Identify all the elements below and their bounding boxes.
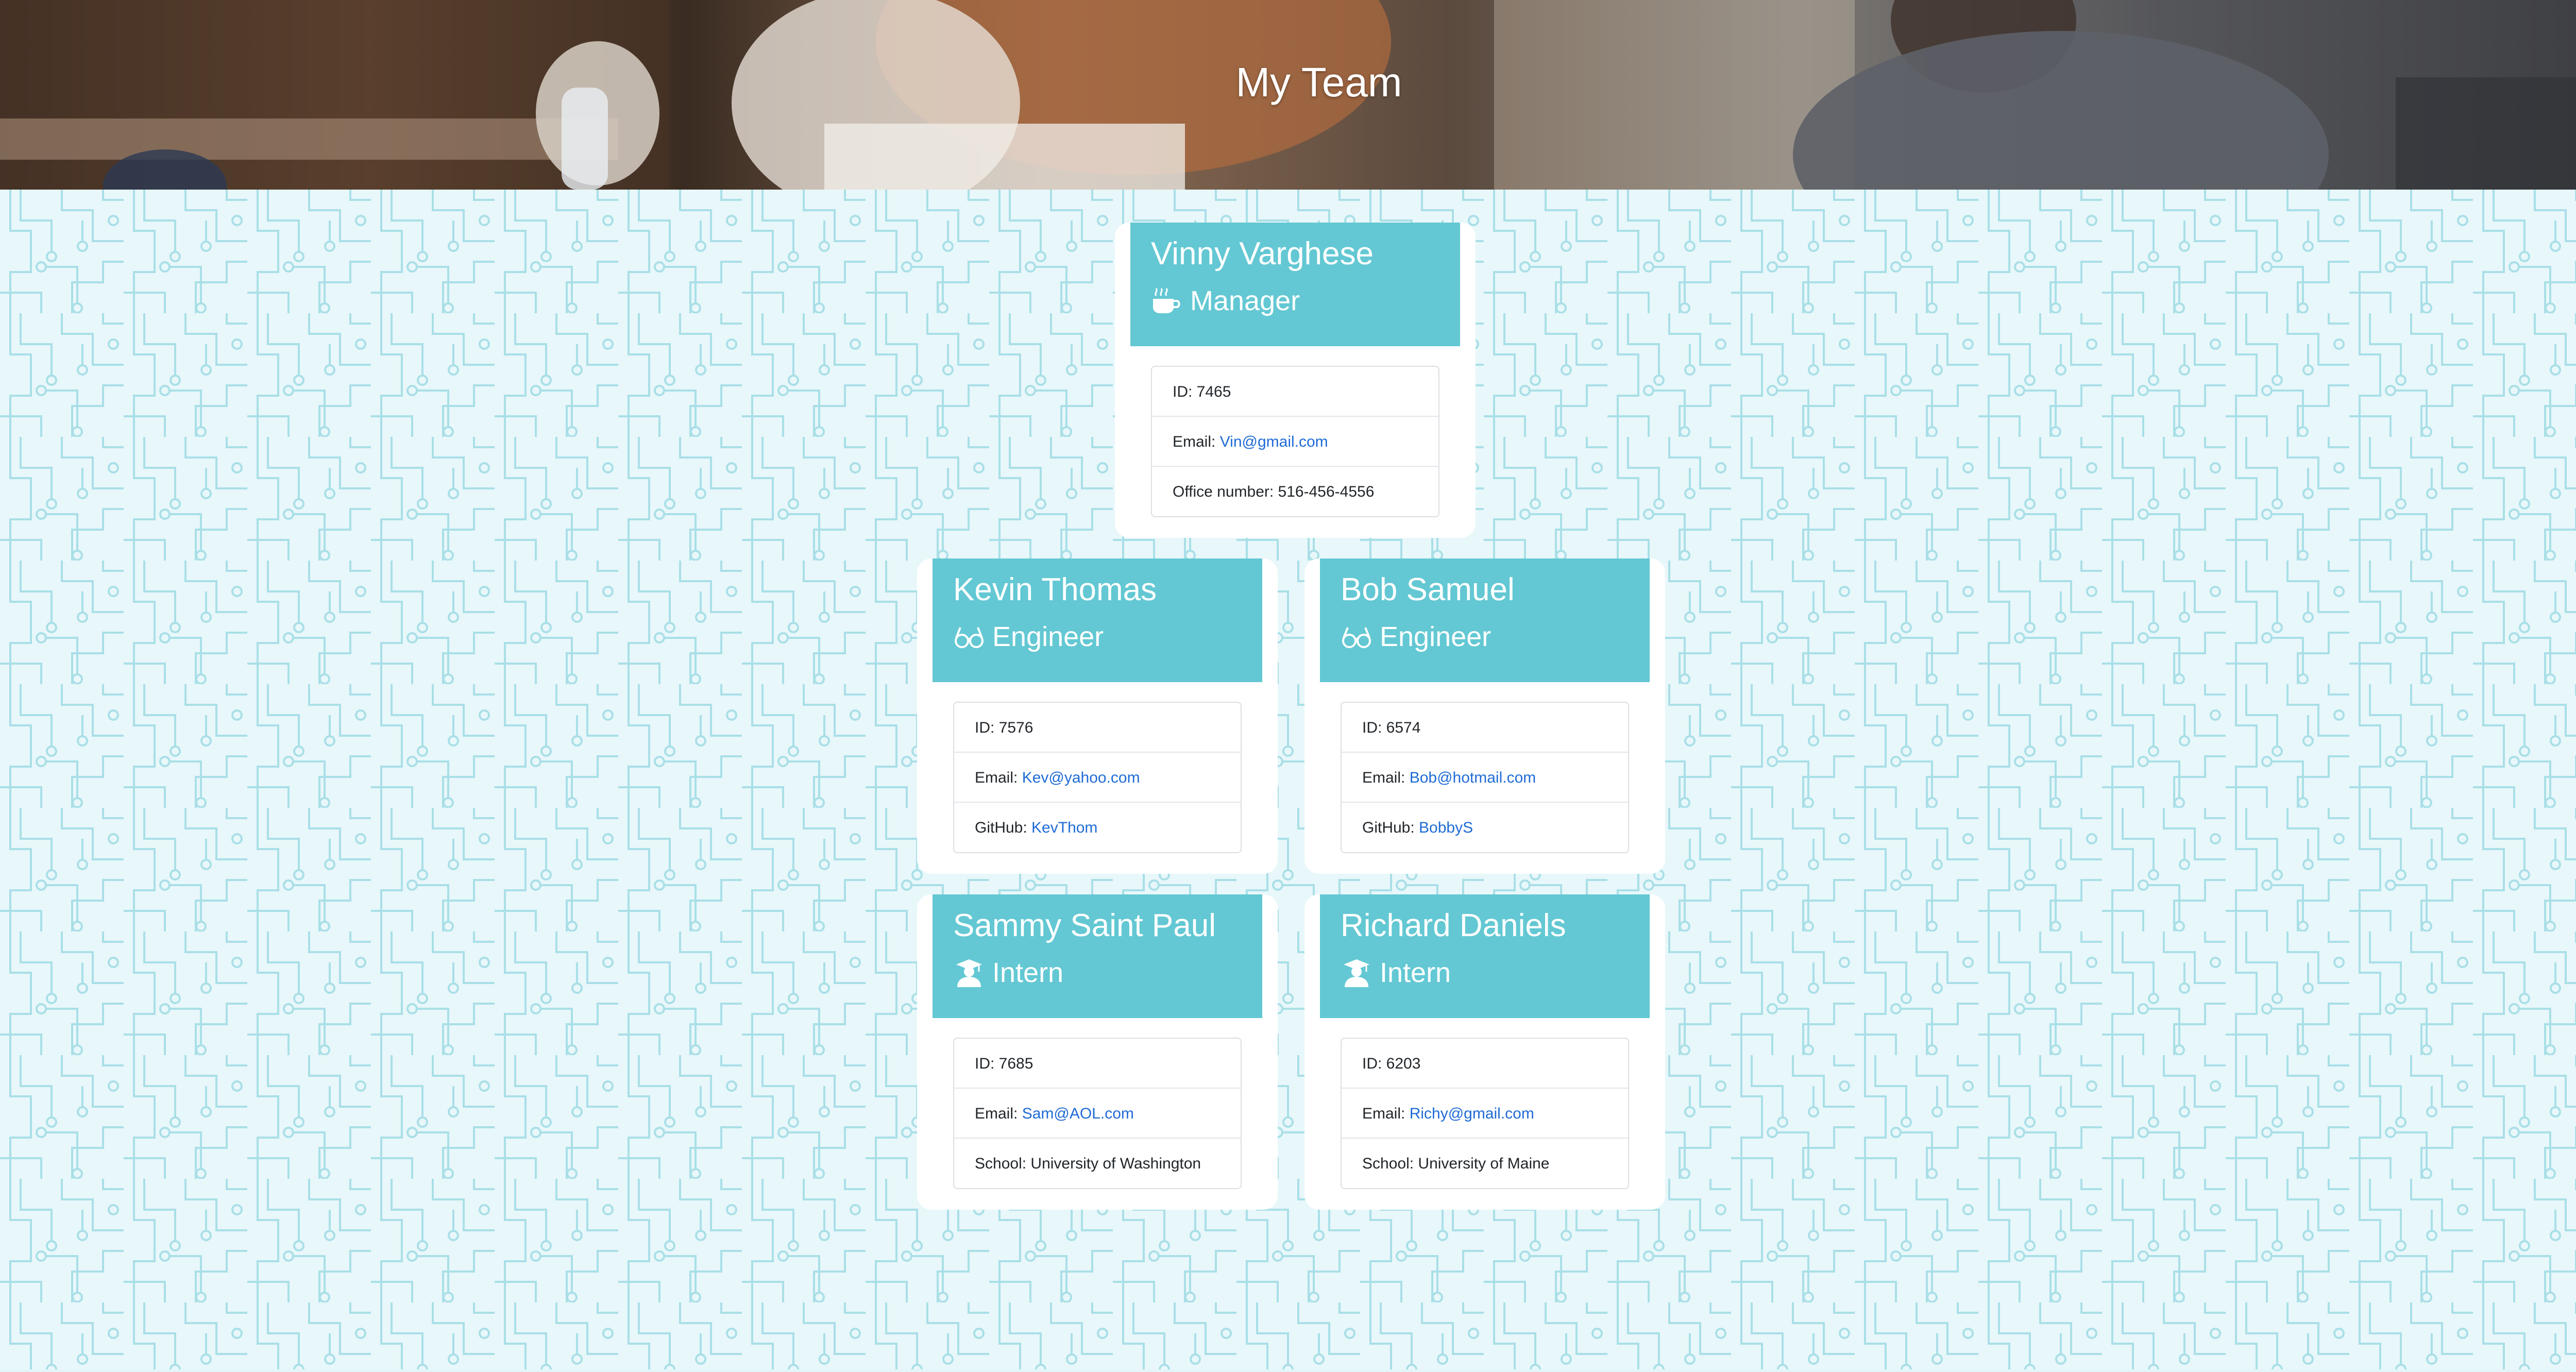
coffee-icon [1151,286,1183,315]
email-link[interactable]: Sam@AOL.com [1022,1105,1134,1122]
employee-id: ID: 6203 [1342,1039,1628,1089]
github-label: GitHub: [1362,819,1419,836]
school-value: University of Washington [1030,1155,1201,1172]
school-value: University of Maine [1418,1155,1550,1172]
employee-role: Engineer [1341,622,1491,651]
card-header: Vinny Varghese Manager [1130,223,1460,346]
id-label: ID: [1362,1055,1386,1072]
employee-name: Richard Daniels [1341,908,1566,943]
employee-office: Office number: 516-456-4556 [1152,467,1438,517]
email-link[interactable]: Bob@hotmail.com [1410,769,1536,786]
employee-card-manager: Vinny Varghese Manager ID: 7465 Email: V… [1115,223,1476,538]
email-link[interactable]: Richy@gmail.com [1410,1105,1534,1122]
employee-card-intern: Richard Daniels Intern ID: 6203 Email: R… [1304,894,1665,1210]
id-value: 6574 [1386,719,1421,736]
glasses-icon [953,622,985,651]
office-label: Office number: [1173,483,1278,500]
role-label: Manager [1190,285,1300,316]
id-value: 7465 [1196,383,1231,400]
id-label: ID: [1173,383,1197,400]
office-value: 516-456-4556 [1278,483,1375,500]
employee-id: ID: 7576 [954,703,1241,753]
employee-email: Email: Sam@AOL.com [954,1089,1241,1139]
employee-id: ID: 7465 [1152,367,1438,417]
employee-id: ID: 6574 [1342,703,1628,753]
email-label: Email: [975,769,1022,786]
github-link[interactable]: KevThom [1031,819,1097,836]
role-label: Intern [1380,957,1451,988]
employee-id: ID: 7685 [954,1039,1241,1089]
employee-info-list: ID: 7576 Email: Kev@yahoo.com GitHub: Ke… [953,702,1242,853]
role-label: Engineer [1380,621,1492,652]
graduate-icon [1341,958,1372,987]
page-title: My Team [1235,59,1402,105]
employee-school: School: University of Washington [954,1139,1241,1189]
card-header: Richard Daniels Intern [1320,894,1650,1018]
employee-info-list: ID: 7685 Email: Sam@AOL.com School: Univ… [953,1038,1242,1189]
id-label: ID: [1362,719,1386,736]
employee-role: Engineer [953,622,1104,651]
card-header: Sammy Saint Paul Intern [933,894,1262,1018]
employee-name: Bob Samuel [1341,572,1515,607]
glasses-icon [1341,622,1372,651]
employee-email: Email: Vin@gmail.com [1152,417,1438,467]
school-label: School: [1362,1155,1418,1172]
employee-card-engineer: Bob Samuel Engineer ID: 6574 Email: Bob@… [1304,558,1665,874]
card-header: Kevin Thomas Engineer [933,558,1262,682]
employee-role: Manager [1151,286,1300,315]
id-label: ID: [975,719,999,736]
employee-name: Sammy Saint Paul [953,908,1216,943]
employee-info-list: ID: 6574 Email: Bob@hotmail.com GitHub: … [1341,702,1629,853]
role-label: Intern [992,957,1064,988]
graduate-icon [953,958,985,987]
id-value: 7576 [998,719,1033,736]
email-label: Email: [1362,769,1410,786]
github-label: GitHub: [975,819,1032,836]
card-header: Bob Samuel Engineer [1320,558,1650,682]
employee-role: Intern [953,958,1063,987]
employee-email: Email: Richy@gmail.com [1342,1089,1628,1139]
email-label: Email: [975,1105,1022,1122]
email-link[interactable]: Kev@yahoo.com [1022,769,1140,786]
employee-email: Email: Kev@yahoo.com [954,753,1241,803]
employee-info-list: ID: 6203 Email: Richy@gmail.com School: … [1341,1038,1629,1189]
id-label: ID: [975,1055,999,1072]
school-label: School: [975,1155,1031,1172]
employee-github: GitHub: BobbyS [1342,803,1628,853]
employee-email: Email: Bob@hotmail.com [1342,753,1628,803]
employee-name: Vinny Varghese [1151,236,1374,272]
employee-school: School: University of Maine [1342,1139,1628,1189]
employee-info-list: ID: 7465 Email: Vin@gmail.com Office num… [1151,366,1439,517]
header-banner: My Team [0,0,2576,190]
id-value: 6203 [1386,1055,1421,1072]
id-value: 7685 [998,1055,1033,1072]
email-label: Email: [1173,433,1220,450]
role-label: Engineer [992,621,1104,652]
github-link[interactable]: BobbyS [1419,819,1473,836]
email-label: Email: [1362,1105,1410,1122]
employee-card-intern: Sammy Saint Paul Intern ID: 7685 Email: … [917,894,1278,1210]
employee-card-engineer: Kevin Thomas Engineer ID: 7576 Email: Ke… [917,558,1278,874]
employee-name: Kevin Thomas [953,572,1157,607]
employee-role: Intern [1341,958,1451,987]
employee-github: GitHub: KevThom [954,803,1241,853]
email-link[interactable]: Vin@gmail.com [1220,433,1328,450]
